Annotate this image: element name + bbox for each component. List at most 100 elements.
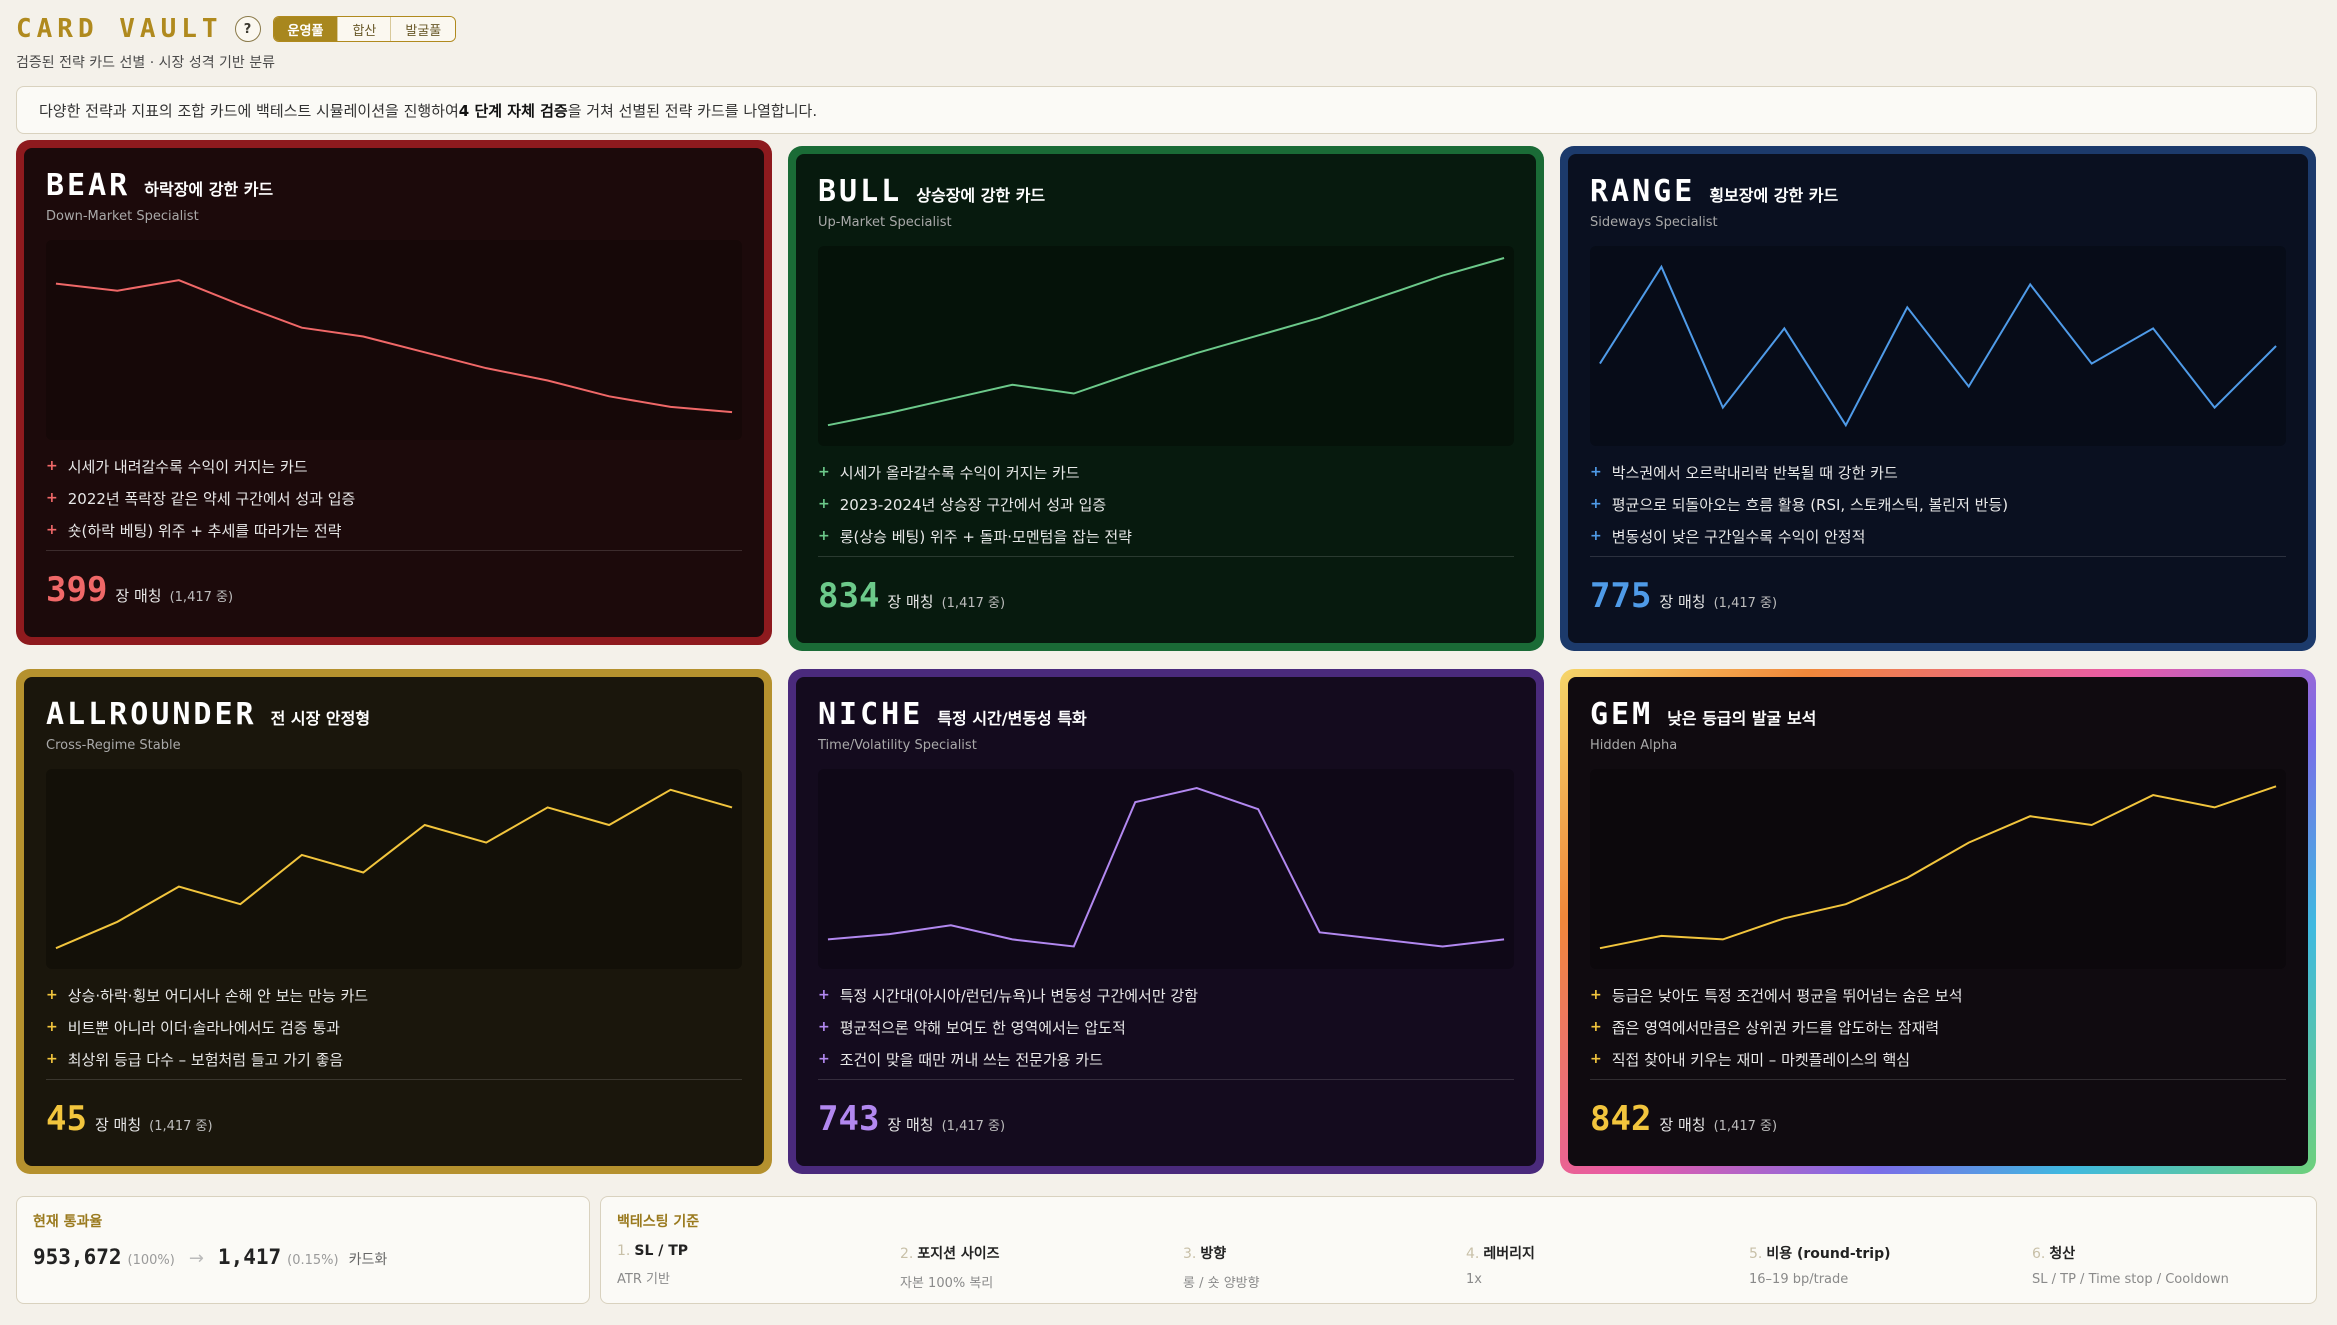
match-total: (1,417 중) (1713, 1119, 1778, 1134)
card-bullet-text: 등급은 낮아도 특정 조건에서 평균을 뛰어넘는 숨은 보석 (1611, 986, 1963, 1005)
criteria-item: 5. 비용 (round-trip) 16–19 bp/trade (1749, 1243, 2019, 1287)
card-count: 45 장 매칭 (1,417 중) (46, 1099, 213, 1139)
strategy-card-bear[interactable]: BEAR 하락장에 강한 카드 Down-Market Specialist +… (16, 140, 772, 645)
card-subtitle: Up-Market Specialist (818, 215, 952, 230)
criteria-title: 백테스팅 기준 (617, 1214, 700, 1230)
arrow-right-icon: → (188, 1248, 204, 1269)
tab-operating-pool[interactable]: 운영풀 (273, 17, 339, 41)
card-name: RANGE (1590, 174, 1696, 209)
pool-tabs: 운영풀 합산 발굴풀 (272, 16, 457, 42)
card-body: BEAR 하락장에 강한 카드 Down-Market Specialist +… (24, 148, 764, 637)
match-label: 장 매칭 (115, 587, 162, 605)
strategy-card-allrounder[interactable]: ALLROUNDER 전 시장 안정형 Cross-Regime Stable … (16, 669, 772, 1174)
plus-icon: + (818, 464, 830, 480)
sparkline-line (55, 788, 733, 950)
card-bullet-text: 좁은 영역에서만큼은 상위권 카드를 압도하는 잠재력 (1611, 1018, 1940, 1037)
card-bullet: + 시세가 올라갈수록 수익이 커지는 카드 (818, 456, 1514, 488)
sparkline-svg (55, 279, 733, 414)
strategy-card-range[interactable]: RANGE 횡보장에 강한 카드 Sideways Specialist + 박스… (1560, 146, 2316, 651)
match-label: 장 매칭 (1659, 593, 1706, 611)
pass-total: 953,672 (33, 1245, 122, 1269)
card-body: GEM 낮은 등급의 발굴 보석 Hidden Alpha + 등급은 낮아도 특… (1568, 677, 2308, 1166)
card-bullet-text: 조건이 맞을 때만 꺼내 쓰는 전문가용 카드 (839, 1050, 1103, 1069)
card-bullet: + 조건이 맞을 때만 꺼내 쓰는 전문가용 카드 (818, 1043, 1514, 1075)
notice-text-bold: 4 단계 자체 검증 (458, 101, 568, 120)
plus-icon: + (1590, 987, 1602, 1003)
card-name: BEAR (46, 168, 131, 203)
card-tag: 낮은 등급의 발굴 보석 (1667, 709, 1817, 728)
plus-icon: + (46, 458, 58, 474)
criteria-item-sub: ATR 기반 (617, 1272, 670, 1287)
criteria-item-label: 포지션 사이즈 (917, 1246, 1000, 1262)
divider (818, 1079, 1514, 1080)
tab-combined[interactable]: 합산 (338, 17, 392, 41)
card-bullet-text: 박스권에서 오르락내리락 반복될 때 강한 카드 (1611, 463, 1898, 482)
strategy-card-gem[interactable]: GEM 낮은 등급의 발굴 보석 Hidden Alpha + 등급은 낮아도 특… (1560, 669, 2316, 1174)
criteria-item-label: 비용 (round-trip) (1766, 1246, 1891, 1262)
match-label: 장 매칭 (887, 593, 934, 611)
card-bullets: + 상승·하락·횡보 어디서나 손해 안 보는 만능 카드 + 비트뿐 아니라 이더·… (46, 979, 742, 1075)
sparkline-svg (827, 787, 1505, 948)
card-bullet: + 상승·하락·횡보 어디서나 손해 안 보는 만능 카드 (46, 979, 742, 1011)
card-count: 834 장 매칭 (1,417 중) (818, 576, 1005, 616)
divider (46, 550, 742, 551)
strategy-card-niche[interactable]: NICHE 특정 시간/변동성 특화 Time/Volatility Speci… (788, 669, 1544, 1174)
card-bullet-text: 변동성이 낮은 구간일수록 수익이 안정적 (1611, 527, 1866, 546)
card-name: GEM (1590, 697, 1654, 732)
criteria-item-title: 6. 청산 (2032, 1243, 2302, 1263)
strategy-card-bull[interactable]: BULL 상승장에 강한 카드 Up-Market Specialist + 시세… (788, 146, 1544, 651)
card-bullets: + 박스권에서 오르락내리락 반복될 때 강한 카드 + 평균으로 되돌아오는 흐름 … (1590, 456, 2286, 552)
criteria-item-num: 4. (1466, 1246, 1480, 1262)
plus-icon: + (46, 1051, 58, 1067)
card-name: BULL (818, 174, 903, 209)
notice-text-post: 을 거쳐 선별된 전략 카드를 나열합니다. (567, 101, 818, 120)
card-sparkline (1590, 246, 2286, 446)
card-bullets: + 시세가 올라갈수록 수익이 커지는 카드 +2023-2024년 상승장 구간에… (818, 456, 1514, 552)
pass-passed-pct: (0.15%) (287, 1253, 339, 1268)
sparkline-line (55, 279, 733, 414)
card-count: 743 장 매칭 (1,417 중) (818, 1099, 1005, 1139)
help-button[interactable]: ? (234, 16, 261, 42)
plus-icon: + (818, 496, 830, 512)
criteria-item-label: 청산 (2049, 1246, 2076, 1262)
card-bullet-text: 특정 시간대(아시아/런던/뉴욕)나 변동성 구간에서만 강함 (839, 986, 1199, 1005)
card-tag: 전 시장 안정형 (270, 709, 371, 728)
tab-discovery-pool[interactable]: 발굴풀 (391, 17, 456, 41)
card-bullet: +2023-2024년 상승장 구간에서 성과 입증 (818, 488, 1514, 520)
match-label: 장 매칭 (94, 1116, 142, 1134)
card-bullet: + 박스권에서 오르락내리락 반복될 때 강한 카드 (1590, 456, 2286, 488)
card-bullet-text: 직접 찾아내 키우는 재미 – 마켓플레이스의 핵심 (1611, 1050, 1911, 1069)
card-bullet: + 평균적으론 약해 보여도 한 영역에서는 압도적 (818, 1011, 1514, 1043)
card-subtitle: Sideways Specialist (1590, 215, 1718, 230)
plus-icon: + (818, 987, 830, 1003)
criteria-item-sub: 롱 / 숏 양방향 (1183, 1276, 1260, 1291)
criteria-item-num: 6. (2032, 1246, 2046, 1262)
card-bullet-text: 2023-2024년 상승장 구간에서 성과 입증 (839, 495, 1107, 514)
divider (1590, 1079, 2286, 1080)
plus-icon: + (818, 528, 830, 544)
criteria-item-label: SL / TP (634, 1243, 689, 1259)
card-body: NICHE 특정 시간/변동성 특화 Time/Volatility Speci… (796, 677, 1536, 1166)
plus-icon: + (46, 522, 58, 538)
pass-rate-panel: 현재 통과율 953,672 (100%) → 1,417 (0.15%) 카드… (16, 1196, 590, 1304)
card-bullets: + 등급은 낮아도 특정 조건에서 평균을 뛰어넘는 숨은 보석 + 좁은 영역에서만… (1590, 979, 2286, 1075)
notice-banner: 다양한 전략과 지표의 조합 카드에 백테스트 시뮬레이션을 진행하여 4 단계… (16, 86, 2317, 134)
card-subtitle: Down-Market Specialist (46, 209, 199, 224)
match-total: (1,417 중) (149, 1119, 213, 1134)
plus-icon: + (46, 490, 58, 506)
card-bullet: + 좁은 영역에서만큼은 상위권 카드를 압도하는 잠재력 (1590, 1011, 2286, 1043)
sparkline-line (1599, 785, 2277, 950)
criteria-item-sub: 16–19 bp/trade (1749, 1272, 1849, 1287)
criteria-item-sub: 자본 100% 복리 (900, 1276, 994, 1291)
card-bullet: + 시세가 내려갈수록 수익이 커지는 카드 (46, 450, 742, 482)
criteria-item: 6. 청산 SL / TP / Time stop / Cooldown (2032, 1243, 2302, 1287)
criteria-item-sub: 1x (1466, 1272, 1482, 1287)
sparkline-svg (55, 788, 733, 950)
criteria-item-num: 1. (617, 1243, 631, 1259)
criteria-item: 4. 레버리지 1x (1466, 1243, 1736, 1287)
criteria-item-num: 2. (900, 1246, 914, 1262)
card-sparkline (46, 769, 742, 969)
card-count: 399 장 매칭 (1,417 중) (46, 570, 233, 610)
card-subtitle: Time/Volatility Specialist (818, 738, 977, 753)
page-subtitle: 검증된 전략 카드 선별 · 시장 성격 기반 분류 (16, 55, 276, 71)
